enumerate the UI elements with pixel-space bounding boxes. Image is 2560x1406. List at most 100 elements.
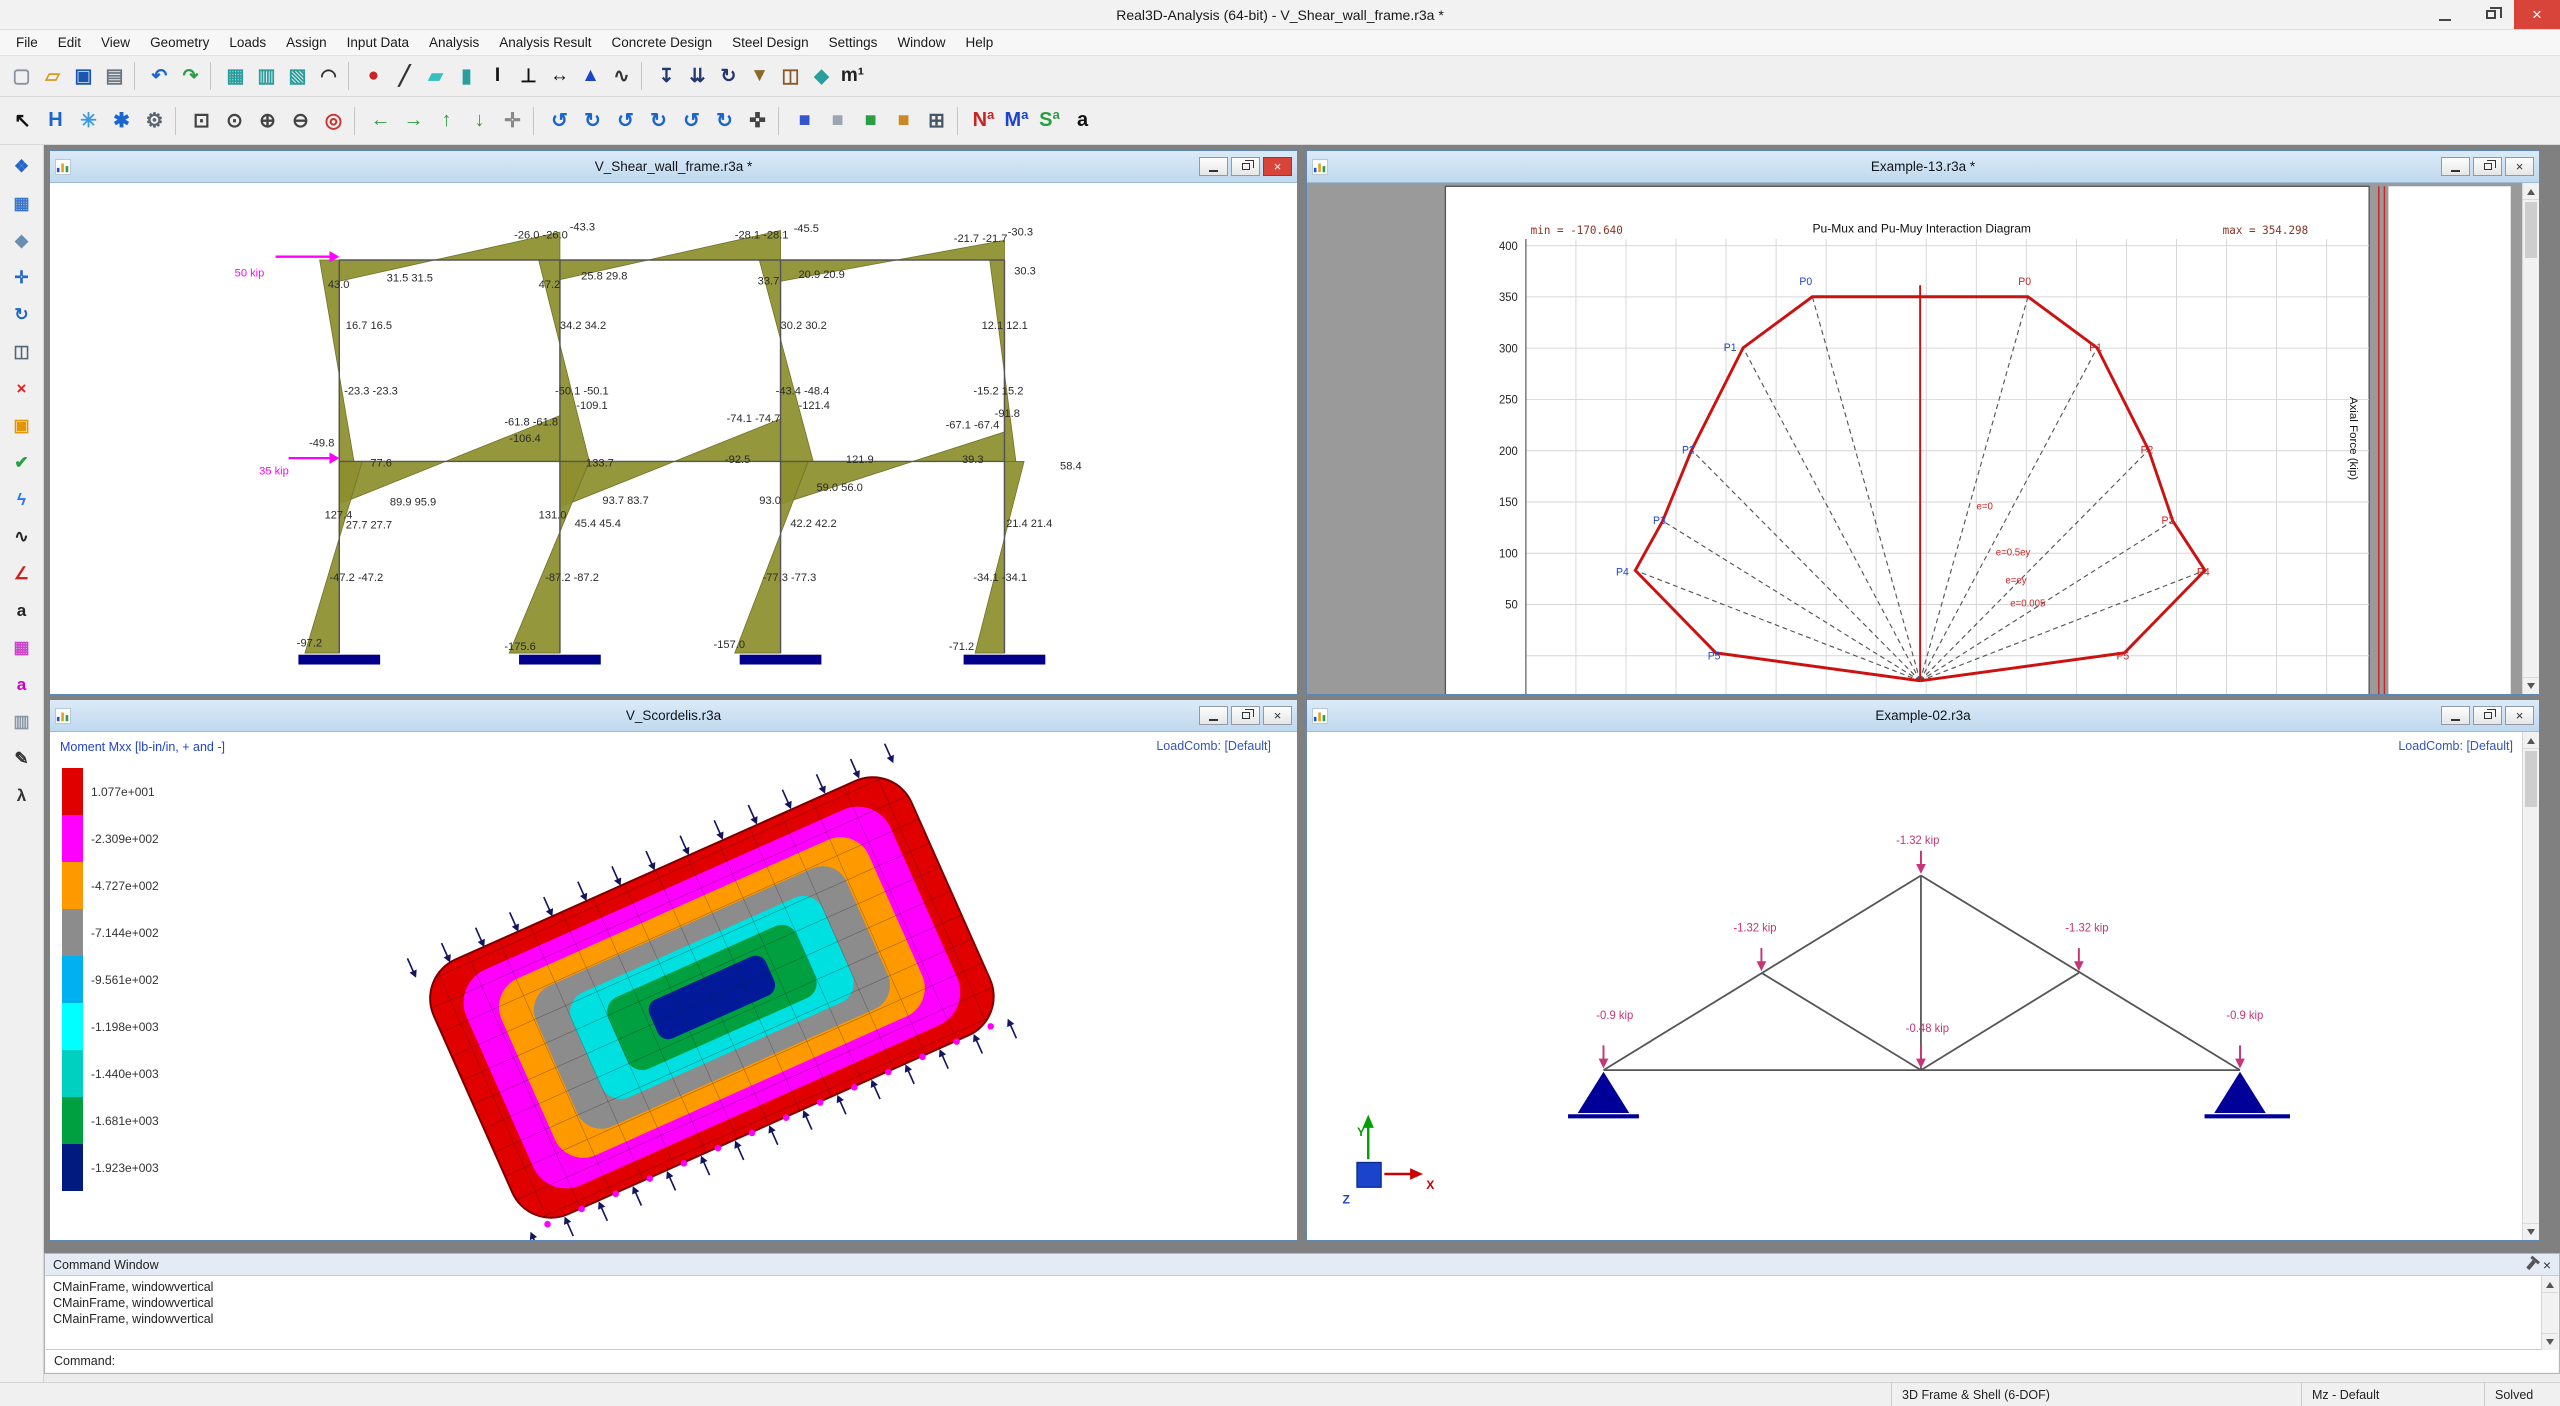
- scroll-down-button[interactable]: [2523, 1223, 2539, 1240]
- moment-unit-icon[interactable]: m¹: [837, 61, 868, 92]
- menu-item-loads[interactable]: Loads: [219, 30, 276, 56]
- point-load-icon[interactable]: ↧: [651, 61, 682, 92]
- rotate-model-icon[interactable]: ↻: [8, 301, 36, 329]
- text-annotate-icon[interactable]: a: [8, 597, 36, 625]
- spring-support-icon[interactable]: ∿: [606, 61, 637, 92]
- child-close-button[interactable]: ×: [1263, 157, 1292, 176]
- draw-arc-icon[interactable]: ◠: [313, 61, 344, 92]
- member-link-icon[interactable]: ↔: [544, 61, 575, 92]
- shear-frame-view[interactable]: 50 kip-26.0 -26.0-43.3-28.1 -28.1-45.5-2…: [50, 183, 1297, 694]
- annotate-nodes-icon[interactable]: Nª: [967, 104, 1000, 137]
- menu-item-analysis[interactable]: Analysis: [419, 30, 489, 56]
- menu-item-file[interactable]: File: [6, 30, 48, 56]
- menu-item-view[interactable]: View: [91, 30, 140, 56]
- draw-solid-icon[interactable]: ▮: [451, 61, 482, 92]
- vertical-scrollbar[interactable]: [2522, 183, 2539, 694]
- child-restore-button[interactable]: [1231, 157, 1260, 176]
- cone-support-icon[interactable]: ▲: [575, 61, 606, 92]
- scrollbar-thumb[interactable]: [2525, 751, 2537, 807]
- spreadsheet-icon[interactable]: ⊞: [920, 104, 953, 137]
- annotate-text-icon[interactable]: a: [1066, 104, 1099, 137]
- view-textured-icon[interactable]: ■: [887, 104, 920, 137]
- child-minimize-button[interactable]: [2441, 706, 2470, 725]
- save-file-icon[interactable]: ▣: [68, 61, 99, 92]
- view-model-icon[interactable]: ❖: [8, 153, 36, 181]
- draw-member-icon[interactable]: ╱: [389, 61, 420, 92]
- scroll-up-button[interactable]: [2542, 1276, 2558, 1293]
- grid-plates-icon[interactable]: ▧: [282, 61, 313, 92]
- scroll-up-button[interactable]: [2523, 183, 2539, 200]
- menu-item-assign[interactable]: Assign: [276, 30, 337, 56]
- zoom-window-icon[interactable]: ⊡: [185, 104, 218, 137]
- menu-item-edit[interactable]: Edit: [48, 30, 91, 56]
- view-wireframe-icon[interactable]: ■: [788, 104, 821, 137]
- menu-item-analysis-result[interactable]: Analysis Result: [489, 30, 601, 56]
- rotate-y-plus-icon[interactable]: ↺: [609, 104, 642, 137]
- moment-load-icon[interactable]: ↻: [713, 61, 744, 92]
- view-shade-icon[interactable]: ◆: [8, 227, 36, 255]
- scroll-up-button[interactable]: [2523, 732, 2539, 749]
- zoom-out-icon[interactable]: ⊖: [284, 104, 317, 137]
- menu-item-settings[interactable]: Settings: [819, 30, 888, 56]
- app-titlebar[interactable]: Real3D-Analysis (64-bit) - V_Shear_wall_…: [0, 0, 2560, 30]
- zoom-in-icon[interactable]: ⊕: [251, 104, 284, 137]
- dimension-icon[interactable]: ∠: [8, 560, 36, 588]
- vertical-scrollbar[interactable]: [2522, 732, 2539, 1240]
- lock-item-icon[interactable]: ▣: [8, 412, 36, 440]
- snap-point-icon[interactable]: ✳: [72, 104, 105, 137]
- scrollbar-thumb[interactable]: [2525, 202, 2537, 258]
- load-combination-icon[interactable]: ◆: [806, 61, 837, 92]
- menu-item-help[interactable]: Help: [955, 30, 1003, 56]
- menu-item-input-data[interactable]: Input Data: [337, 30, 419, 56]
- pan-left-icon[interactable]: ←: [364, 104, 397, 137]
- app-minimize-button[interactable]: [2422, 0, 2468, 29]
- moving-load-icon[interactable]: ◫: [775, 61, 806, 92]
- color-palette-icon[interactable]: ▦: [8, 634, 36, 662]
- rotate-x-minus-icon[interactable]: ↻: [576, 104, 609, 137]
- command-log[interactable]: CMainFrame, windowverticalCMainFrame, wi…: [46, 1276, 2558, 1350]
- area-load-icon[interactable]: ▼: [744, 61, 775, 92]
- walk-through-icon[interactable]: λ: [8, 782, 36, 810]
- annotate-surfaces-icon[interactable]: Sª: [1033, 104, 1066, 137]
- menu-item-window[interactable]: Window: [887, 30, 955, 56]
- child-restore-button[interactable]: [2473, 157, 2502, 176]
- menu-item-geometry[interactable]: Geometry: [140, 30, 219, 56]
- rotate-z-plus-icon[interactable]: ↺: [675, 104, 708, 137]
- undo-icon[interactable]: ↶: [144, 61, 175, 92]
- pan-up-icon[interactable]: ↑: [430, 104, 463, 137]
- command-input[interactable]: [121, 1354, 2558, 1368]
- annotation-color-icon[interactable]: a: [8, 671, 36, 699]
- truss-view[interactable]: LoadComb: [Default]: [1307, 732, 2539, 1240]
- menu-item-concrete-design[interactable]: Concrete Design: [602, 30, 723, 56]
- pan-hand-icon[interactable]: ✛: [496, 104, 529, 137]
- window-titlebar[interactable]: V_Scordelis.r3a ×: [50, 700, 1297, 732]
- draw-node-icon[interactable]: ●: [358, 61, 389, 92]
- child-restore-button[interactable]: [1231, 706, 1260, 725]
- rotate-y-minus-icon[interactable]: ↻: [642, 104, 675, 137]
- interaction-diagram-view[interactable]: min = -170.640 Pu-Mux and Pu-Muy Interac…: [1307, 183, 2539, 694]
- shell-contour-view[interactable]: Moment Mxx [lb-in/in, + and -] LoadComb:…: [50, 732, 1297, 1240]
- redo-icon[interactable]: ↷: [175, 61, 206, 92]
- menu-item-steel-design[interactable]: Steel Design: [722, 30, 819, 56]
- pan-right-icon[interactable]: →: [397, 104, 430, 137]
- move-model-icon[interactable]: ✛: [8, 264, 36, 292]
- snap-grid-icon[interactable]: ✱: [105, 104, 138, 137]
- zoom-dynamic-icon[interactable]: ⊙: [218, 104, 251, 137]
- draw-curve-icon[interactable]: ∿: [8, 523, 36, 551]
- child-restore-button[interactable]: [2473, 706, 2502, 725]
- vertical-scrollbar[interactable]: [2541, 1276, 2558, 1350]
- child-minimize-button[interactable]: [1199, 706, 1228, 725]
- scroll-down-button[interactable]: [2542, 1333, 2558, 1350]
- command-close-button[interactable]: ×: [2543, 1258, 2551, 1272]
- distributed-load-icon[interactable]: ⇊: [682, 61, 713, 92]
- grid-members-icon[interactable]: ▥: [251, 61, 282, 92]
- clipboard-icon[interactable]: ▥: [8, 708, 36, 736]
- zoom-extents-icon[interactable]: ◎: [317, 104, 350, 137]
- rotate-x-plus-icon[interactable]: ↺: [543, 104, 576, 137]
- child-minimize-button[interactable]: [2441, 157, 2470, 176]
- open-file-icon[interactable]: ▱: [37, 61, 68, 92]
- view-rendered-icon[interactable]: ■: [854, 104, 887, 137]
- window-titlebar[interactable]: Example-02.r3a ×: [1307, 700, 2539, 732]
- child-close-button[interactable]: ×: [2505, 706, 2534, 725]
- pan-down-icon[interactable]: ↓: [463, 104, 496, 137]
